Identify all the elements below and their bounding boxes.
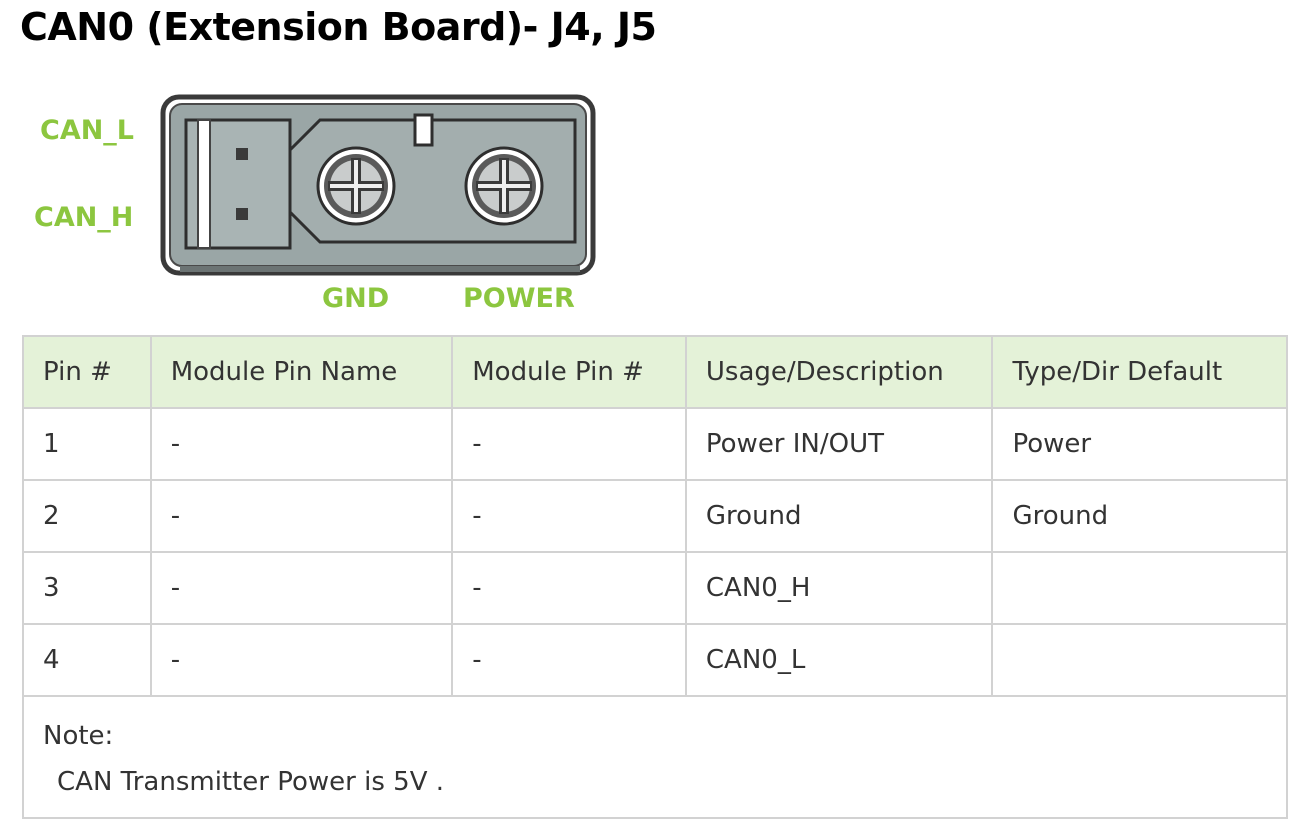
power-label: POWER [463,283,575,314]
cell-module-pin-name: - [149,623,454,697]
cell-type-dir-default: Ground [991,479,1288,553]
power-screw-icon [464,146,544,226]
column-header-module-pin-number: Module Pin # [451,335,687,409]
can-l-label: CAN_L [40,115,134,146]
can-l-pin-icon [236,148,248,160]
cell-usage-description: Power IN/OUT [684,407,994,481]
note-row: Note: CAN Transmitter Power is 5V . [22,695,1288,819]
cell-module-pin-name: - [149,479,454,553]
cell-type-dir-default [991,551,1288,625]
connector-diagram: CAN_L CAN_H GND POWER [20,90,610,320]
latch-notch [413,113,434,147]
can-h-pin-icon [236,208,248,220]
cell-module-pin-number: - [451,407,687,481]
cell-usage-description: Ground [684,479,994,553]
note-text: CAN Transmitter Power is 5V . [57,767,445,797]
cell-type-dir-default [991,623,1288,697]
table-row: 2 - - Ground Ground [22,479,1288,553]
pin-header-rail [197,119,211,249]
cell-usage-description: CAN0_H [684,551,994,625]
gnd-label: GND [322,283,389,314]
table-header-row: Pin # Module Pin Name Module Pin # Usage… [22,335,1288,409]
note-label: Note: [43,721,114,751]
table-row: 4 - - CAN0_L [22,623,1288,697]
can-h-label: CAN_H [34,202,133,233]
connector-bottom-lip [180,266,580,272]
cell-pin: 3 [22,551,152,625]
note-cell: Note: CAN Transmitter Power is 5V . [22,695,1288,819]
cell-module-pin-number: - [451,479,687,553]
table-row: 3 - - CAN0_H [22,551,1288,625]
cell-usage-description: CAN0_L [684,623,994,697]
cell-pin: 1 [22,407,152,481]
cell-pin: 4 [22,623,152,697]
cell-pin: 2 [22,479,152,553]
cell-module-pin-name: - [149,407,454,481]
column-header-usage-description: Usage/Description [684,335,994,409]
pin-table: Pin # Module Pin Name Module Pin # Usage… [22,335,1288,819]
cell-module-pin-name: - [149,551,454,625]
connector-illustration: CAN_L CAN_H GND POWER [34,94,596,314]
cell-module-pin-number: - [451,623,687,697]
cell-type-dir-default: Power [991,407,1288,481]
column-header-module-pin-name: Module Pin Name [149,335,454,409]
cell-module-pin-number: - [451,551,687,625]
page-title: CAN0 (Extension Board)- J4, J5 [20,5,657,49]
column-header-type-dir-default: Type/Dir Default [991,335,1288,409]
column-header-pin: Pin # [22,335,152,409]
table-row: 1 - - Power IN/OUT Power [22,407,1288,481]
gnd-screw-icon [316,146,396,226]
